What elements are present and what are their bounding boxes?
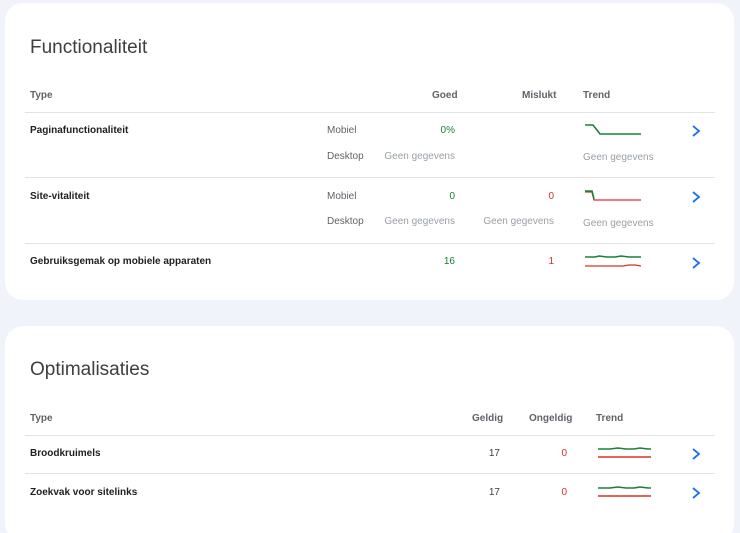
ongeldig-value: 0	[561, 487, 567, 498]
header-type: Type	[30, 90, 53, 101]
header-trend: Trend	[583, 90, 611, 101]
trend-sparkline-paginafunctionaliteit-mobile	[585, 124, 641, 135]
chevron-right-icon[interactable]	[690, 124, 702, 138]
row-name-site-vitaliteit: Site-vitaliteit	[30, 191, 90, 202]
optimalisaties-title: Optimalisaties	[30, 359, 150, 380]
mislukt-value: 1	[548, 256, 554, 267]
row-name-broodkruimels: Broodkruimels	[30, 448, 101, 459]
chevron-right-icon[interactable]	[690, 256, 702, 270]
header-ongeldig: Ongeldig	[529, 413, 573, 424]
goed-desktop-nodata: Geen gegevens	[384, 216, 455, 227]
geldig-value: 17	[488, 448, 500, 459]
mislukt-mobile-value: 0	[548, 191, 554, 202]
ongeldig-value: 0	[561, 448, 567, 459]
goed-mobile-value: 0	[449, 191, 455, 202]
trend-sparkline-gebruiksgemak	[585, 255, 641, 267]
header-type: Type	[30, 413, 53, 424]
trend-sparkline-zoekvak	[598, 486, 651, 497]
device-desktop-label: Desktop	[327, 216, 364, 227]
row-name-paginafunctionaliteit: Paginafunctionaliteit	[30, 125, 129, 136]
goed-value: 16	[443, 256, 455, 267]
chevron-right-icon[interactable]	[690, 486, 702, 500]
header-mislukt: Mislukt	[522, 90, 557, 101]
functionaliteit-card: Functionaliteit Type Goed Mislukt Trend …	[5, 3, 734, 300]
chevron-right-icon[interactable]	[690, 190, 702, 204]
chevron-right-icon[interactable]	[690, 447, 702, 461]
goed-mobile-value: 0%	[440, 125, 455, 136]
functionaliteit-title: Functionaliteit	[30, 37, 148, 58]
optimalisaties-card: Optimalisaties Type Geldig Ongeldig Tren…	[5, 326, 734, 533]
trend-sparkline-site-vitaliteit-mobile	[585, 190, 641, 201]
header-goed: Goed	[432, 90, 458, 101]
header-geldig: Geldig	[472, 413, 504, 424]
device-mobile-label: Mobiel	[327, 191, 357, 202]
trend-desktop-nodata: Geen gegevens	[583, 218, 654, 229]
trend-desktop-nodata: Geen gegevens	[583, 152, 654, 163]
row-name-zoekvak: Zoekvak voor sitelinks	[30, 487, 138, 498]
row-name-gebruiksgemak: Gebruiksgemak op mobiele apparaten	[30, 256, 212, 267]
header-trend: Trend	[596, 413, 624, 424]
goed-desktop-nodata: Geen gegevens	[384, 151, 455, 162]
device-mobile-label: Mobiel	[327, 125, 357, 136]
mislukt-desktop-nodata: Geen gegevens	[483, 216, 554, 227]
trend-sparkline-broodkruimels	[598, 447, 651, 458]
geldig-value: 17	[488, 487, 500, 498]
device-desktop-label: Desktop	[327, 151, 364, 162]
